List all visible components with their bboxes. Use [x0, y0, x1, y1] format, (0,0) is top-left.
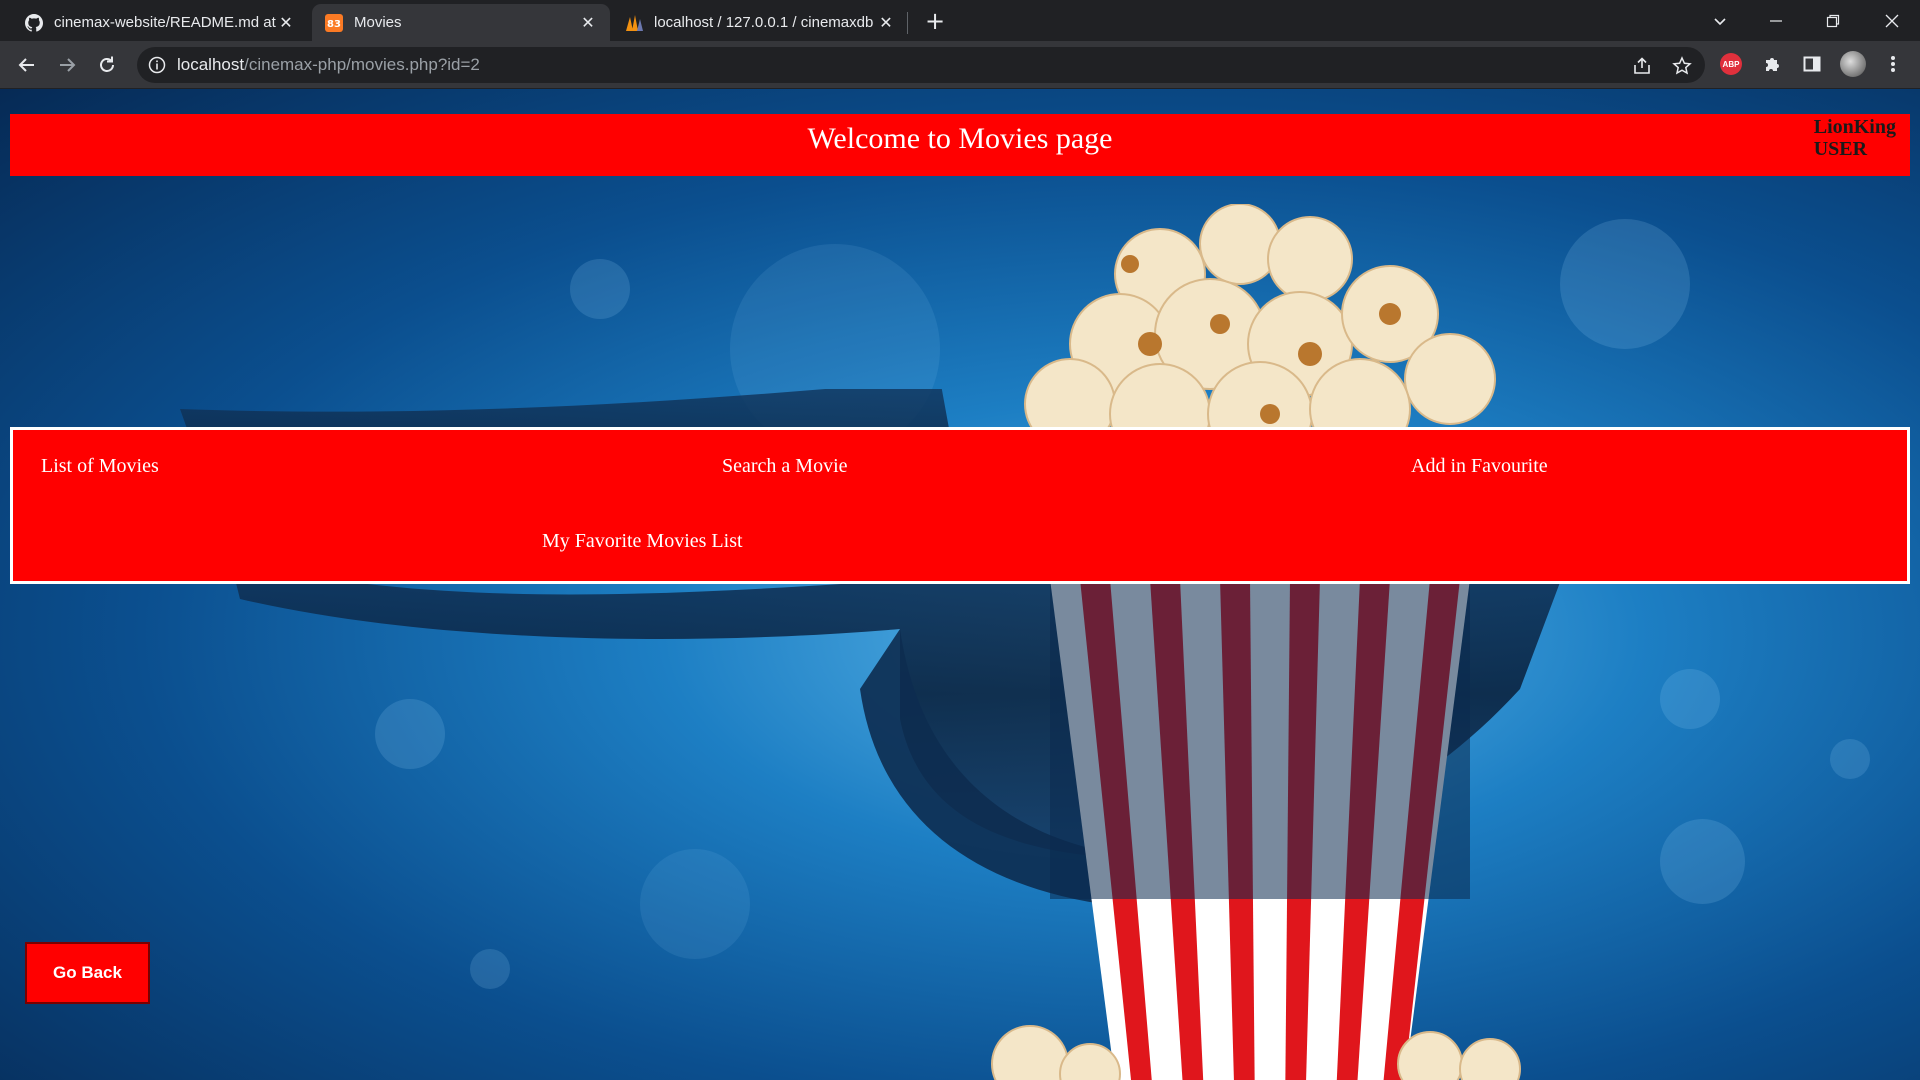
user-info: LionKing USER: [1814, 116, 1896, 160]
bokeh-light: [570, 259, 630, 319]
movies-menu: List of Movies Search a Movie Add in Fav…: [10, 427, 1910, 584]
bokeh-light: [1660, 819, 1745, 904]
avatar: [1840, 51, 1866, 77]
popcorn-illustration: [1024, 204, 1496, 454]
url-host: localhost: [177, 55, 245, 74]
browser-tabstrip: cinemax-website/README.md at ✕ 83 Movies…: [0, 0, 1920, 41]
restore-button[interactable]: [1805, 0, 1861, 41]
page-viewport: Welcome to Movies page LionKing USER Lis…: [0, 89, 1920, 1080]
side-panel-icon[interactable]: [1799, 51, 1825, 77]
address-bar[interactable]: localhost/cinemax-php/movies.php?id=2: [137, 47, 1705, 83]
kebab-menu-icon[interactable]: [1880, 51, 1906, 77]
bokeh-light: [1560, 219, 1690, 349]
forward-arrow-icon[interactable]: [52, 50, 82, 80]
tab-title: Movies: [354, 14, 402, 31]
back-arrow-icon[interactable]: [12, 50, 42, 80]
close-icon[interactable]: ✕: [876, 13, 896, 33]
url-path: /cinemax-php/movies.php?id=2: [244, 55, 480, 74]
popcorn-bottom-illustration: [991, 1025, 1521, 1080]
tab-movies[interactable]: 83 Movies ✕: [312, 4, 610, 41]
tab-title: cinemax-website/README.md at: [54, 14, 276, 31]
bookmark-star-icon[interactable]: [1671, 55, 1693, 77]
github-icon: [24, 13, 44, 33]
go-back-button[interactable]: Go Back: [25, 942, 150, 1004]
list-of-movies-link[interactable]: List of Movies: [41, 455, 159, 478]
minimize-button[interactable]: [1748, 0, 1804, 41]
popcorn-bucket-illustration: [1050, 579, 1470, 1080]
close-icon[interactable]: ✕: [276, 13, 296, 33]
close-icon[interactable]: ✕: [578, 13, 598, 33]
page-title: Welcome to Movies page: [807, 122, 1113, 155]
site-info-icon[interactable]: [147, 55, 167, 75]
extensions-puzzle-icon[interactable]: [1759, 51, 1785, 77]
page-header: Welcome to Movies page LionKing USER: [10, 114, 1910, 176]
close-window-button[interactable]: [1864, 0, 1920, 41]
favorite-movies-list-link[interactable]: My Favorite Movies List: [542, 530, 743, 553]
adblock-plus-icon[interactable]: ABP: [1718, 51, 1744, 77]
search-movie-link[interactable]: Search a Movie: [722, 455, 848, 478]
tab-title: localhost / 127.0.0.1 / cinemaxdb: [654, 14, 874, 31]
tab-github-readme[interactable]: cinemax-website/README.md at ✕: [12, 4, 308, 41]
tab-phpmyadmin[interactable]: localhost / 127.0.0.1 / cinemaxdb ✕: [612, 4, 908, 41]
tab-separator: [907, 12, 908, 34]
xampp-icon: 83: [324, 13, 344, 33]
add-favourite-link[interactable]: Add in Favourite: [1411, 455, 1548, 478]
user-role: USER: [1813, 138, 1868, 160]
new-tab-button[interactable]: +: [922, 9, 948, 35]
reload-icon[interactable]: [92, 50, 122, 80]
tab-search-icon[interactable]: [1692, 0, 1748, 41]
username: LionKing: [1813, 116, 1896, 138]
phpmyadmin-icon: [624, 13, 644, 33]
bokeh-light: [1830, 739, 1870, 779]
browser-toolbar: localhost/cinemax-php/movies.php?id=2 AB…: [0, 41, 1920, 89]
profile-avatar[interactable]: [1840, 51, 1866, 77]
url-text[interactable]: localhost/cinemax-php/movies.php?id=2: [177, 55, 480, 75]
bokeh-light: [1660, 669, 1720, 729]
svg-text:83: 83: [327, 19, 341, 30]
share-icon[interactable]: [1631, 55, 1653, 77]
abp-label: ABP: [1720, 53, 1742, 75]
bokeh-light: [470, 949, 510, 989]
